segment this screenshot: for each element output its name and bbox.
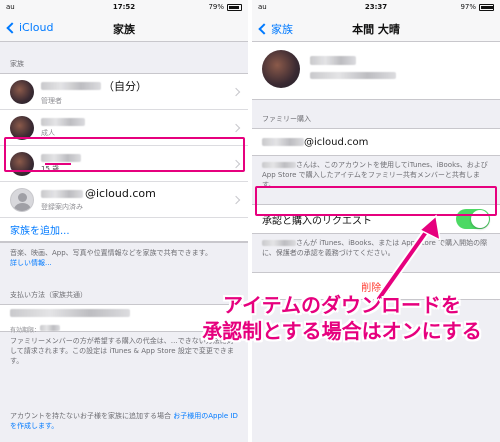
avatar [262,50,300,88]
highlight-box [4,137,245,172]
battery-percent: 97% [460,3,476,11]
profile-header [252,42,500,100]
battery-percent: 79% [208,3,224,11]
member-role: 管理者 [41,96,62,105]
blurred-name [310,56,356,65]
share-note: 音楽、映画、App、写真や位置情報などを家族で共有できます。 [10,249,212,257]
family-purchase-header: ファミリー購入 [262,115,311,123]
avatar [10,115,34,140]
self-suffix: （自分） [103,79,147,93]
bottom-note: アカウントを持たないお子様を家族に追加する場合 [10,412,171,420]
highlight-box [255,186,497,216]
highlight-underline [45,163,71,165]
battery-icon [227,4,242,11]
ask-note: さんが iTunes、iBooks、または App Store で購入開始の際に… [252,238,500,258]
blurred-email [262,138,304,146]
member-role: 登録案内済み [41,203,83,211]
blurred-card [10,309,130,317]
chevron-right-icon [231,123,241,132]
callout-line-2: 承認制とする場合はオンにする [202,319,482,343]
status-bar: au 17:52 79% [0,0,248,14]
page-title: 家族 [113,23,135,36]
child-apple-id-link-cont[interactable]: を作成します。 [10,422,58,430]
page-title: 本間 大晴 [352,23,400,36]
email-suffix: @icloud.com [85,187,156,200]
blurred-name [262,162,296,168]
left-screen: au 17:52 79% iCloud 家族 家族 （自分） 管理者 成人 15… [0,0,248,442]
blurred-expiry [40,324,61,331]
right-screen: au 23:37 97% 家族 本間 大晴 ファミリー購入 @icloud.co… [252,0,500,442]
family-member-self[interactable]: （自分） 管理者 [0,74,248,110]
details-link[interactable]: 詳しい情報... [0,258,248,268]
person-icon [10,187,34,212]
nav-bar: iCloud 家族 [0,14,248,42]
blurred-name [262,240,296,246]
purchase-email-row: @icloud.com [252,129,500,155]
family-member-invited[interactable]: @icloud.com 登録案内済み [0,182,248,218]
chevron-right-icon [231,195,241,204]
payment-expiry-label: 有効期限： [10,327,41,334]
status-bar: au 23:37 97% [252,0,500,14]
battery-icon [479,4,494,11]
member-role: 成人 [41,128,55,137]
blurred-id [310,72,396,79]
blurred-email [41,189,83,198]
add-family-button[interactable]: 家族を追加... [0,218,248,242]
bottom-note-block: アカウントを持たないお子様を家族に追加する場合 お子様用のApple ID を作成… [0,411,248,431]
blurred-name [41,117,85,126]
annotation-callout: アイテムのダウンロードを 承認制とする場合はオンにする [192,292,492,344]
email-suffix: @icloud.com [304,136,369,148]
purchase-account: @icloud.com [252,128,500,156]
blurred-name [41,81,101,90]
child-apple-id-link[interactable]: お子様用のApple ID [173,412,238,420]
callout-line-1: アイテムのダウンロードを [223,293,461,317]
chevron-right-icon [231,87,241,96]
avatar [10,79,34,104]
nav-bar: 家族 本間 大晴 [252,14,500,42]
family-section-header: 家族 [10,60,24,68]
